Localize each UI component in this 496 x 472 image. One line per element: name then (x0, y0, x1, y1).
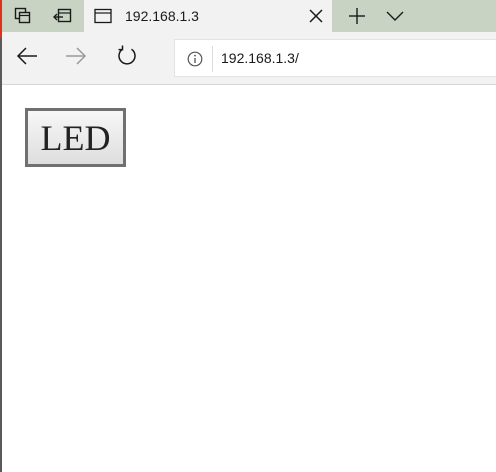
url-text[interactable]: 192.168.1.3/ (221, 50, 299, 66)
set-aside-tabs-icon (53, 7, 73, 25)
close-icon (309, 9, 323, 23)
tab-title: 192.168.1.3 (125, 8, 199, 24)
tab-list-button[interactable] (376, 0, 414, 32)
chevron-down-icon (386, 10, 404, 22)
tab-preview-icon (14, 7, 32, 25)
arrow-left-icon (16, 46, 38, 70)
tab-active[interactable]: 192.168.1.3 (84, 0, 332, 32)
page-content: LED (2, 85, 496, 472)
tab-strip: 192.168.1.3 (2, 0, 496, 32)
refresh-button[interactable] (110, 42, 144, 74)
refresh-icon (116, 45, 138, 72)
browser-window: 192.168.1.3 192.168.1.3/ LED (0, 0, 496, 472)
led-button[interactable]: LED (25, 108, 126, 167)
new-tab-button[interactable] (338, 0, 376, 32)
tab-preview-button[interactable] (4, 0, 42, 32)
arrow-right-icon (65, 46, 87, 70)
address-divider (212, 46, 213, 72)
tab-close-button[interactable] (306, 6, 326, 26)
forward-button[interactable] (59, 42, 93, 74)
page-icon (94, 7, 112, 25)
navigation-bar: 192.168.1.3/ (2, 32, 496, 85)
plus-icon (348, 7, 366, 25)
info-icon[interactable] (187, 51, 203, 67)
address-bar[interactable]: 192.168.1.3/ (174, 39, 496, 77)
set-aside-tabs-button[interactable] (44, 0, 82, 32)
back-button[interactable] (10, 42, 44, 74)
